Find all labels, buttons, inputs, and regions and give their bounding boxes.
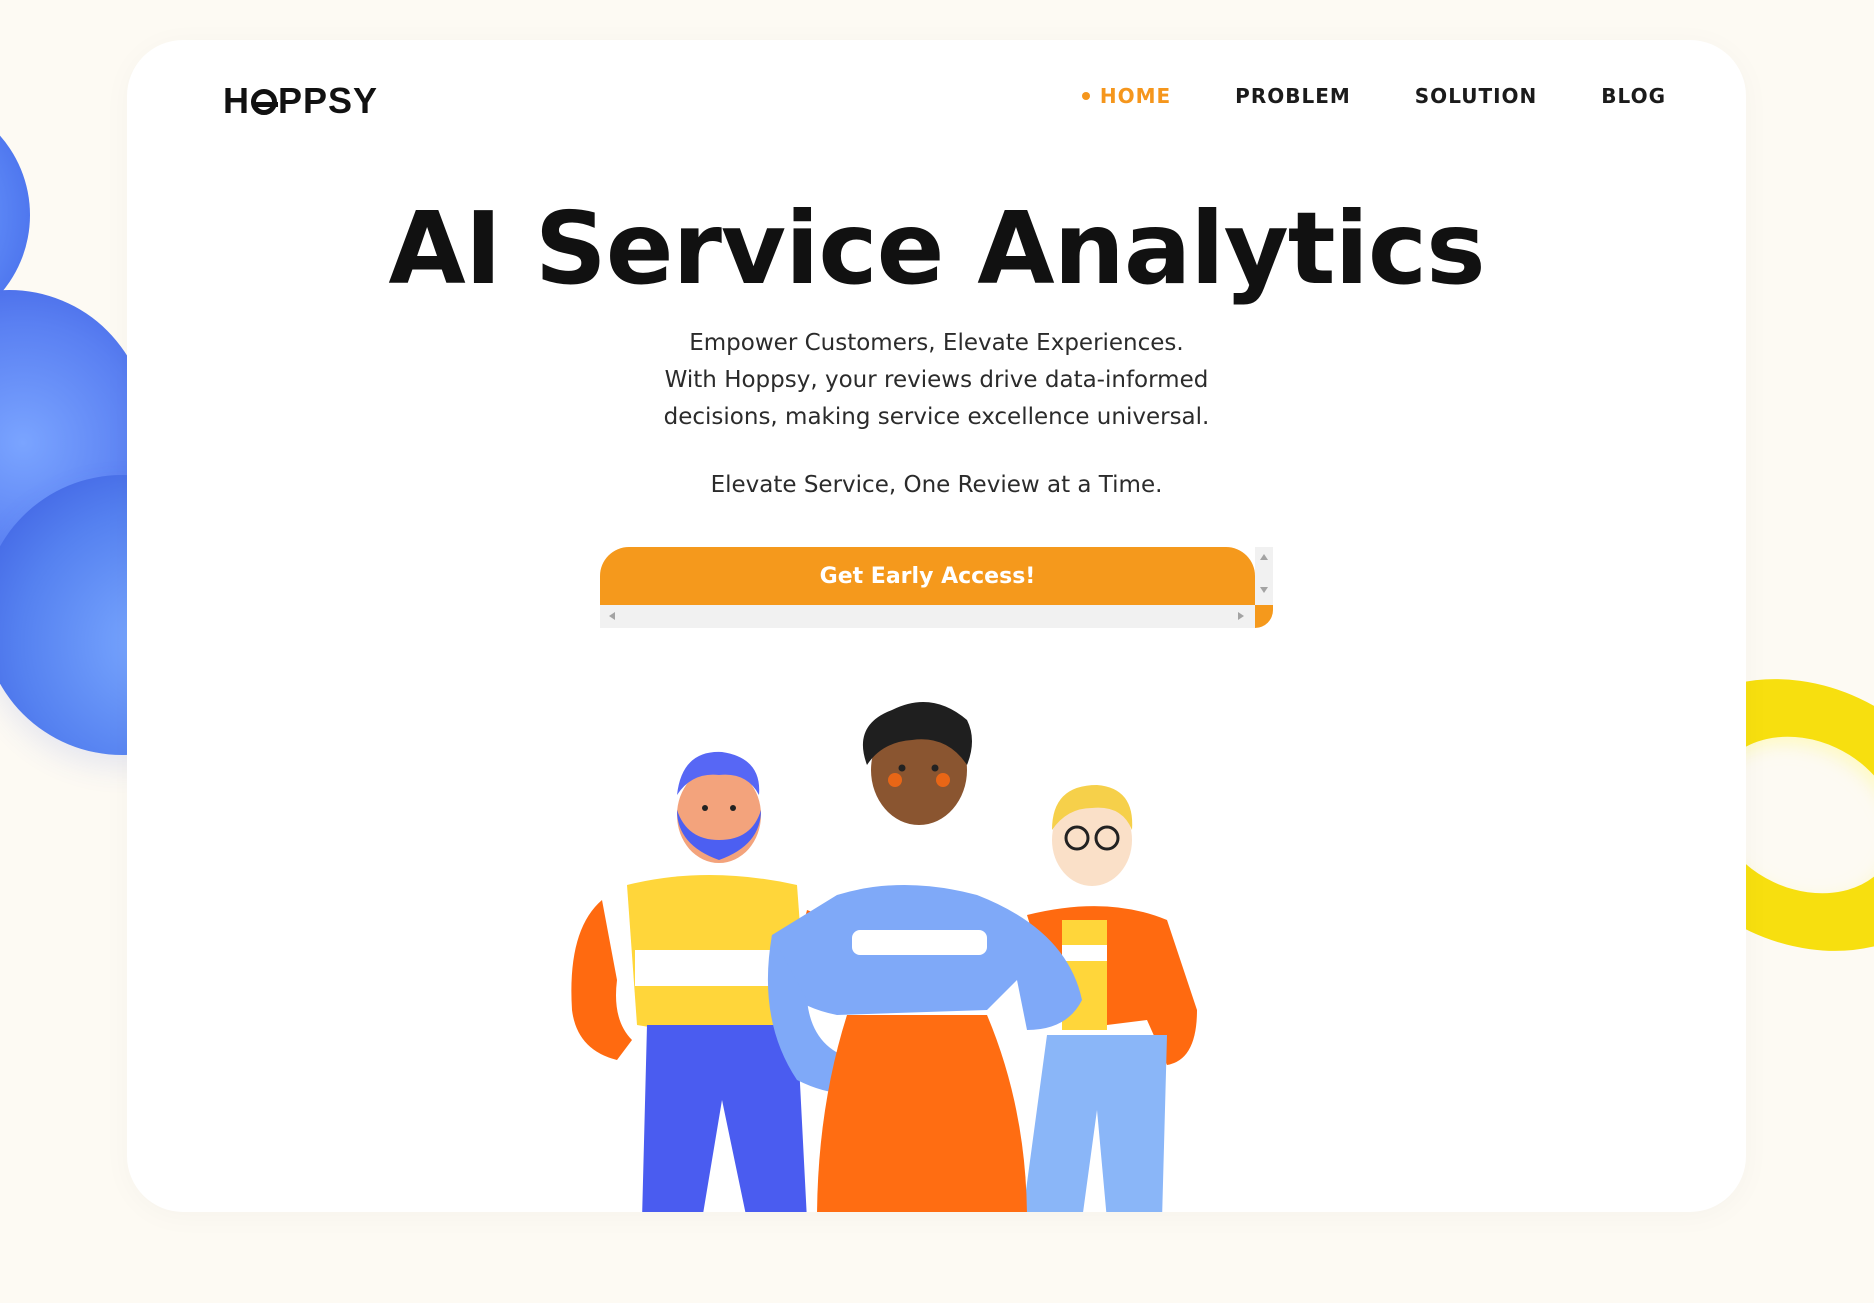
hero-subtitle-line: With Hoppsy, your reviews drive data-inf… bbox=[664, 367, 1209, 393]
nav-item-label: PROBLEM bbox=[1235, 84, 1351, 108]
hero-subtitle: Empower Customers, Elevate Experiences. … bbox=[127, 325, 1746, 436]
active-dot-icon bbox=[1081, 92, 1090, 100]
nav-item-blog[interactable]: BLOG bbox=[1601, 84, 1666, 108]
get-early-access-button[interactable]: Get Early Access! bbox=[600, 547, 1255, 605]
hero-tagline: Elevate Service, One Review at a Time. bbox=[710, 472, 1163, 498]
hoppsy-logo[interactable]: H PPSY bbox=[223, 80, 378, 121]
horizontal-scrollbar[interactable] bbox=[600, 605, 1255, 628]
vertical-scrollbar[interactable] bbox=[1255, 547, 1273, 605]
main-nav: HOME PROBLEM SOLUTION BLOG bbox=[1081, 84, 1666, 108]
nav-item-problem[interactable]: PROBLEM bbox=[1235, 84, 1351, 108]
logo-o-icon bbox=[251, 89, 278, 115]
nav-item-solution[interactable]: SOLUTION bbox=[1415, 84, 1538, 108]
hero-subtitle-line: decisions, making service excellence uni… bbox=[663, 404, 1210, 430]
cta-container: Get Early Access! bbox=[600, 547, 1273, 628]
hero-title: AI Service Analytics bbox=[388, 190, 1485, 307]
scroll-right-icon[interactable] bbox=[1238, 612, 1244, 620]
scroll-up-icon[interactable] bbox=[1260, 554, 1268, 560]
hero-card: H PPSY HOME PROBLEM SOLUTION BLOG AI Serv… bbox=[127, 40, 1746, 1212]
nav-item-label: BLOG bbox=[1601, 84, 1666, 108]
scroll-left-icon[interactable] bbox=[609, 612, 615, 620]
cta-corner bbox=[1255, 605, 1273, 628]
scroll-down-icon[interactable] bbox=[1260, 587, 1268, 593]
hero-subtitle-line: Empower Customers, Elevate Experiences. bbox=[689, 330, 1184, 356]
page: H PPSY HOME PROBLEM SOLUTION BLOG AI Serv… bbox=[0, 0, 1874, 1303]
nav-item-label: HOME bbox=[1099, 84, 1172, 108]
three-people-illustration bbox=[571, 702, 1197, 1212]
nav-item-label: SOLUTION bbox=[1414, 84, 1538, 108]
nav-item-home[interactable]: HOME bbox=[1081, 84, 1172, 108]
